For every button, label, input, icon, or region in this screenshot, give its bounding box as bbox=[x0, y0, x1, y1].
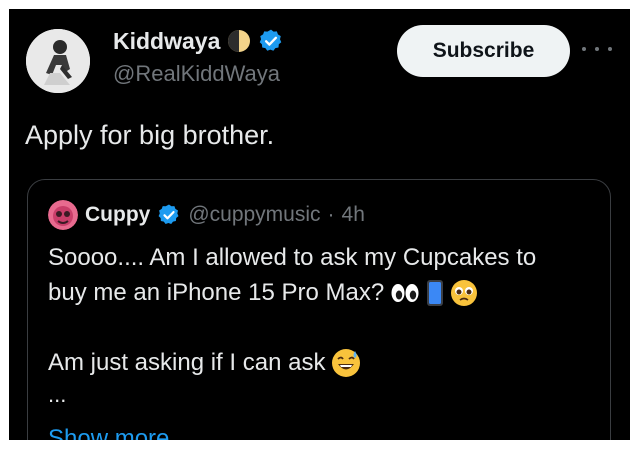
quoted-avatar[interactable] bbox=[48, 200, 78, 230]
show-more-link[interactable]: Show more bbox=[48, 425, 169, 440]
more-options-icon[interactable] bbox=[582, 37, 612, 61]
author-name-row: Kiddwaya bbox=[113, 26, 284, 56]
author-handle[interactable]: @RealKiddWaya bbox=[113, 61, 280, 87]
separator-dot: · bbox=[327, 203, 335, 226]
half-moon-icon bbox=[228, 30, 251, 52]
author-avatar[interactable] bbox=[26, 29, 90, 93]
quoted-timestamp[interactable]: 4h bbox=[342, 203, 365, 227]
verified-icon[interactable] bbox=[157, 203, 181, 227]
author-display-name[interactable]: Kiddwaya bbox=[113, 28, 220, 55]
quoted-tweet[interactable]: Cuppy @cuppymusic · 4h Soooo.... Am I al… bbox=[27, 179, 611, 440]
quoted-body: Soooo.... Am I allowed to ask my Cupcake… bbox=[48, 240, 598, 410]
grinning-sweat-emoji bbox=[332, 348, 361, 377]
more-dot bbox=[582, 47, 586, 51]
quoted-line-3: Am just asking if I can ask bbox=[48, 349, 326, 376]
verified-icon[interactable] bbox=[258, 28, 284, 54]
tweet-text: Apply for big brother. bbox=[25, 120, 275, 150]
pleading-face-emoji bbox=[451, 279, 478, 306]
quoted-display-name[interactable]: Cuppy bbox=[85, 203, 150, 227]
eyes-emoji bbox=[391, 283, 419, 302]
quoted-line-3-row: Am just asking if I can ask bbox=[48, 345, 598, 380]
phone-emoji bbox=[427, 279, 444, 306]
quoted-line-1: Soooo.... Am I allowed to ask my Cupcake… bbox=[48, 244, 537, 271]
tweet-card: Kiddwaya @RealKiddWaya Subscribe Apply f… bbox=[9, 9, 630, 440]
quoted-ellipsis: ... bbox=[48, 382, 67, 407]
quoted-line-2-row: buy me an iPhone 15 Pro Max? bbox=[48, 275, 598, 310]
more-dot bbox=[608, 47, 612, 51]
quoted-line-2: buy me an iPhone 15 Pro Max? bbox=[48, 279, 385, 306]
more-dot bbox=[595, 47, 599, 51]
quoted-handle[interactable]: @cuppymusic bbox=[188, 203, 320, 227]
subscribe-button[interactable]: Subscribe bbox=[397, 25, 570, 77]
quoted-header: Cuppy @cuppymusic · 4h bbox=[48, 200, 365, 230]
